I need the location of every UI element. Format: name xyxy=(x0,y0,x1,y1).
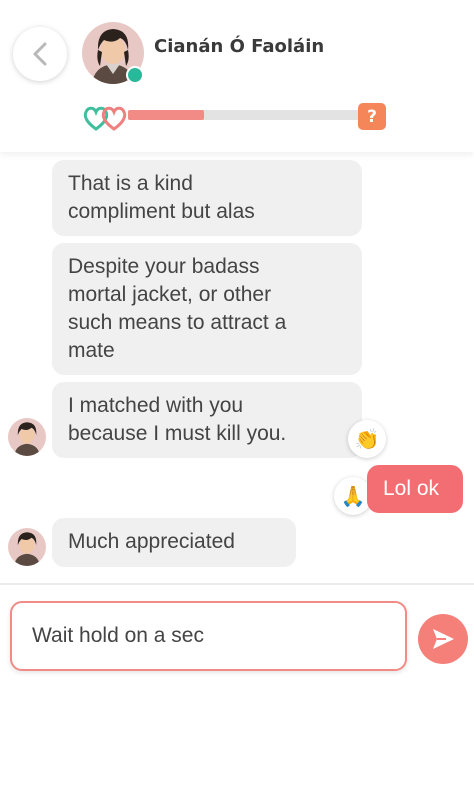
message-line: because I must kill you. xyxy=(68,422,287,445)
clapping-hands-reaction-icon[interactable]: 👏 xyxy=(348,420,386,458)
message-line: That is a kind xyxy=(68,172,193,195)
message-line: mortal jacket, or other xyxy=(68,283,272,306)
send-icon xyxy=(433,629,454,649)
message-bubble-incoming[interactable]: That is a kind compliment but alas xyxy=(52,160,362,236)
sender-avatar[interactable] xyxy=(8,418,46,456)
message-input[interactable]: Wait hold on a sec xyxy=(10,601,407,671)
message-input-value: Wait hold on a sec xyxy=(32,624,204,647)
message-line: Despite your badass xyxy=(68,255,260,278)
message-line: Much appreciated xyxy=(68,530,235,553)
message-bubble-incoming[interactable]: I matched with you because I must kill y… xyxy=(52,382,362,458)
contact-name[interactable]: Cianán Ó Faoláin xyxy=(154,36,324,57)
message-bubble-incoming[interactable]: Despite your badass mortal jacket, or ot… xyxy=(52,243,362,375)
help-button[interactable]: ? xyxy=(358,103,386,130)
hearts-icon xyxy=(83,106,127,131)
message-line: mate xyxy=(68,339,115,362)
message-line: I matched with you xyxy=(68,394,244,417)
online-status-dot xyxy=(126,66,144,84)
sender-avatar[interactable] xyxy=(8,528,46,566)
message-line: such means to attract a xyxy=(68,311,287,334)
chevron-left-icon xyxy=(33,42,47,66)
send-button[interactable] xyxy=(418,614,468,664)
composer-divider xyxy=(0,583,474,585)
back-button[interactable] xyxy=(13,27,67,81)
message-line: compliment but alas xyxy=(68,200,255,223)
message-bubble-incoming[interactable]: Much appreciated xyxy=(52,518,296,567)
affinity-progress-bar xyxy=(128,110,364,120)
message-line: Lol ok xyxy=(383,477,440,500)
affinity-progress-fill xyxy=(128,110,204,120)
message-bubble-outgoing[interactable]: Lol ok xyxy=(367,465,463,513)
chat-header: Cianán Ó Faoláin ? xyxy=(0,0,474,152)
